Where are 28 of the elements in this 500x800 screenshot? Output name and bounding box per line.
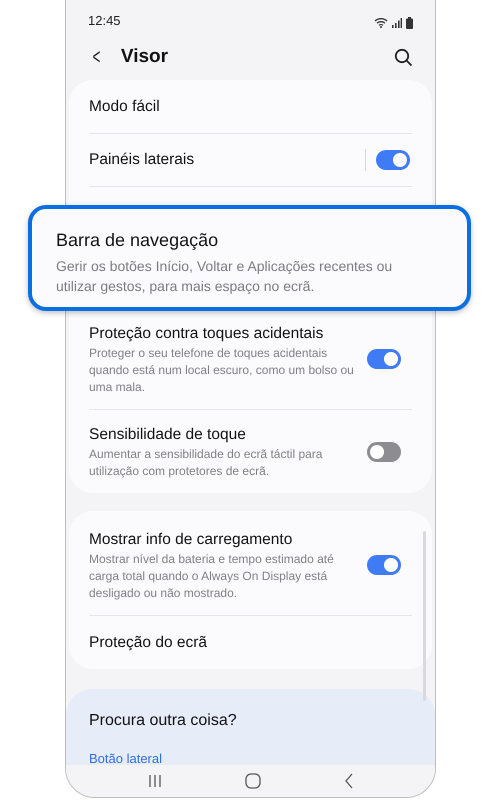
setting-title[interactable]: Proteção contra toques acidentais (89, 322, 357, 345)
signal-icon (392, 18, 402, 28)
setting-description: Gerir os botões Início, Voltar e Aplicações recentes ou utilizar gestos, para mais espaço no ecrã. (56, 257, 394, 296)
home-icon[interactable] (244, 773, 260, 790)
setting-title[interactable]: Modo fácil (89, 95, 357, 118)
toggle-switch[interactable] (367, 348, 401, 369)
toggle-switch[interactable] (367, 555, 401, 576)
setting-title[interactable]: Mostrar info de carregamento (89, 528, 357, 552)
setting-title[interactable]: Sensibilidade de toque (89, 422, 357, 446)
setting-title[interactable]: Proteção do ecrã (89, 631, 357, 654)
highlighted-setting[interactable]: Barra de navegação Gerir os botões Início, Voltar e Aplicações recentes ou utilizar gestos, para mais espaço no ecrã. (28, 205, 471, 311)
setting-description: Proteger o seu telefone de toques acidentais quando está num local escuro, como um bolso ou uma mala. (89, 344, 355, 396)
setting-description: Mostrar nível da bateria e tempo estimado até carga total quando o Always On Display está desligado ou não mostrado. (89, 551, 335, 602)
status-time: 12:45 (88, 12, 121, 30)
setting-description: Aumentar a sensibilidade do ecrã táctil para utilização com protetores de ecrã. (89, 446, 324, 480)
page-title: Visor (120, 45, 168, 70)
setting-title[interactable]: Painéis laterais (89, 148, 357, 172)
toggle-switch[interactable] (376, 150, 410, 170)
wifi-icon (374, 17, 388, 28)
battery-icon (406, 16, 413, 29)
suggestion-title: Procura outra coisa? (89, 711, 238, 732)
search-icon[interactable] (394, 48, 413, 67)
toggle-switch[interactable] (367, 442, 401, 462)
back-button[interactable]: < (92, 46, 100, 68)
recents-icon[interactable] (148, 774, 162, 788)
setting-title: Barra de navegação (56, 229, 220, 252)
back-icon[interactable] (344, 773, 354, 790)
suggestion-link[interactable]: Botão lateral (89, 749, 412, 766)
